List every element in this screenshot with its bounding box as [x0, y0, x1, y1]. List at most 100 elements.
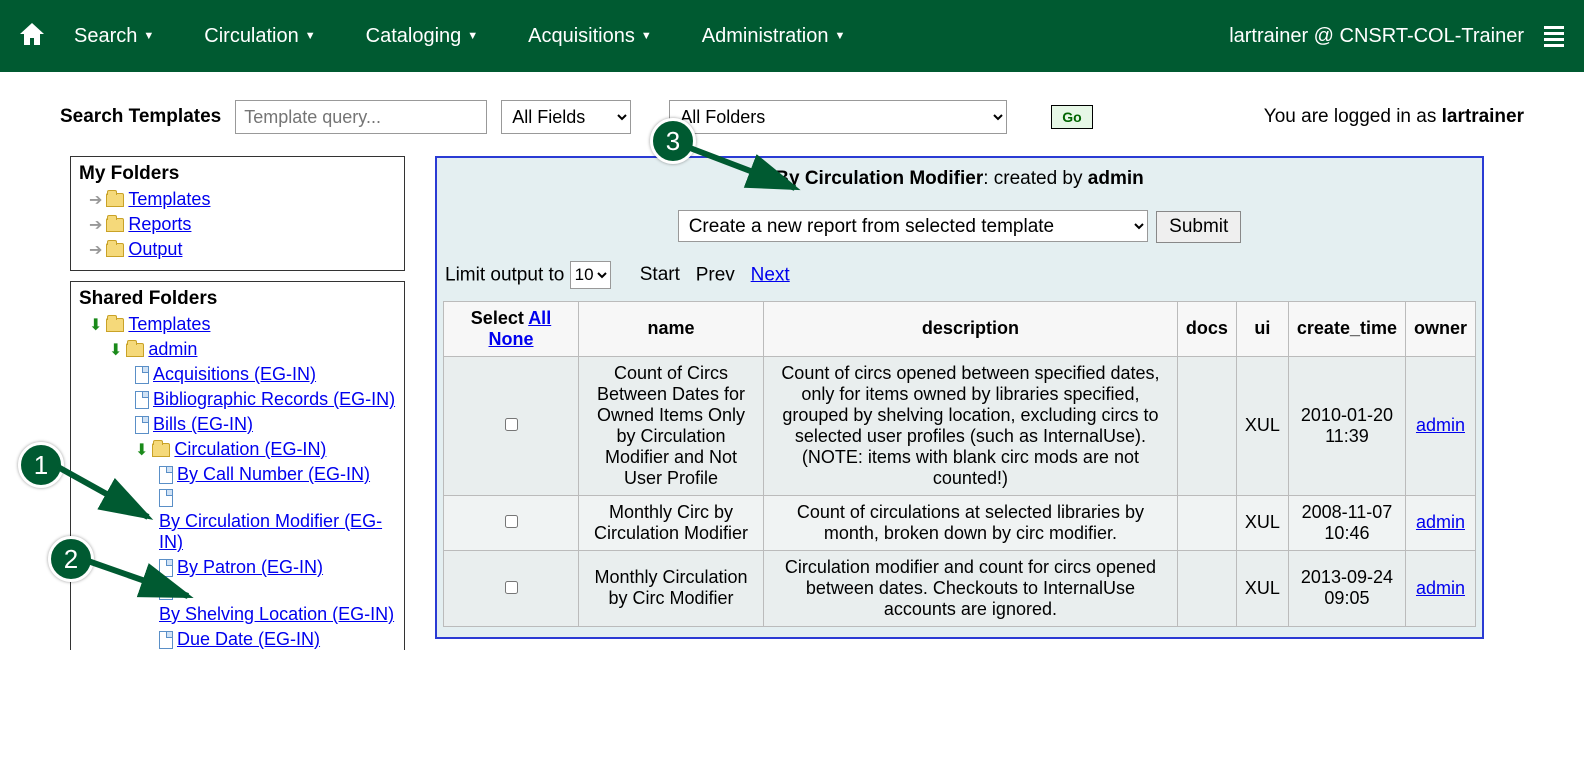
search-fields-select[interactable]: All Fields	[501, 100, 631, 134]
panel-title: Shared Folders	[79, 288, 396, 310]
folder-circulation[interactable]: Circulation (EG-IN)	[174, 439, 326, 460]
folder-acquisitions[interactable]: Acquisitions (EG-IN)	[153, 364, 316, 385]
cell-description: Circulation modifier and count for circs…	[764, 550, 1178, 626]
main-panel: By Circulation Modifier: created by admi…	[435, 156, 1484, 639]
paging-next[interactable]: Next	[751, 264, 790, 285]
action-row: Create a new report from selected templa…	[437, 210, 1482, 255]
cell-create-time: 2010-01-20 11:39	[1288, 356, 1405, 495]
file-icon	[135, 416, 149, 434]
table-row: Monthly Circulation by Circ Modifier Cir…	[444, 550, 1476, 626]
paging-start: Start	[640, 264, 680, 285]
menu-label: Cataloging	[366, 25, 462, 48]
row-checkbox[interactable]	[505, 515, 518, 528]
limit-select[interactable]: 10	[570, 261, 611, 289]
folder-output[interactable]: Output	[128, 239, 182, 260]
menu-acquisitions[interactable]: Acquisitions ▼	[528, 25, 652, 48]
menu-label: Circulation	[204, 25, 298, 48]
col-docs: docs	[1177, 301, 1236, 356]
cell-ui: XUL	[1236, 356, 1288, 495]
cell-description: Count of circulations at selected librar…	[764, 495, 1178, 550]
file-icon	[159, 631, 173, 649]
collapse-icon[interactable]: ⬇	[89, 315, 102, 335]
folder-templates[interactable]: Templates	[128, 189, 210, 210]
home-icon[interactable]	[20, 21, 44, 52]
folder-by-call-number[interactable]: By Call Number (EG-IN)	[177, 464, 370, 485]
template-query-input[interactable]	[235, 100, 487, 134]
folder-icon	[106, 193, 124, 207]
expand-icon[interactable]: ➔	[89, 240, 102, 260]
menu-administration[interactable]: Administration▼	[702, 25, 846, 48]
owner-link[interactable]: admin	[1416, 578, 1465, 598]
creator-name: admin	[1088, 168, 1144, 189]
file-icon	[135, 391, 149, 409]
annotation-1: 1	[18, 442, 64, 488]
menu-cataloging[interactable]: Cataloging ▼	[366, 25, 479, 48]
expand-icon[interactable]: ➔	[89, 190, 102, 210]
table-row: Count of Circs Between Dates for Owned I…	[444, 356, 1476, 495]
cell-name: Count of Circs Between Dates for Owned I…	[579, 356, 764, 495]
select-all-link[interactable]: All	[528, 308, 551, 328]
folder-header: By Circulation Modifier: created by admi…	[437, 158, 1482, 210]
paging-prev: Prev	[696, 264, 735, 285]
col-select-label: Select	[471, 308, 524, 328]
folder-shared-templates[interactable]: Templates	[128, 314, 210, 335]
col-description: description	[764, 301, 1178, 356]
col-name: name	[579, 301, 764, 356]
submit-button[interactable]: Submit	[1156, 211, 1241, 243]
logged-in-user: lartrainer	[1442, 106, 1524, 127]
hamburger-icon[interactable]	[1544, 26, 1564, 47]
owner-link[interactable]: admin	[1416, 415, 1465, 435]
caret-down-icon: ▼	[143, 30, 154, 42]
folder-icon	[152, 443, 170, 457]
main-menu: Search▼ Circulation ▼ Cataloging ▼ Acquisi…	[74, 25, 1229, 48]
menu-label: Acquisitions	[528, 25, 635, 48]
folder-icon	[106, 218, 124, 232]
cell-create-time: 2013-09-24 09:05	[1288, 550, 1405, 626]
menu-search[interactable]: Search▼	[74, 25, 154, 48]
panel-title: My Folders	[79, 163, 396, 185]
annotation-arrow-icon	[88, 556, 208, 626]
go-button[interactable]: Go	[1051, 105, 1092, 129]
caret-down-icon: ▼	[305, 30, 316, 42]
folder-due-date[interactable]: Due Date (EG-IN)	[177, 629, 320, 650]
caret-down-icon: ▼	[641, 30, 652, 42]
cell-docs	[1177, 550, 1236, 626]
cell-ui: XUL	[1236, 495, 1288, 550]
col-ui: ui	[1236, 301, 1288, 356]
created-by-sep: : created by	[983, 168, 1088, 189]
logged-in-prefix: You are logged in as	[1264, 106, 1442, 127]
folder-bibliographic[interactable]: Bibliographic Records (EG-IN)	[153, 389, 395, 410]
cell-name: Monthly Circulation by Circ Modifier	[579, 550, 764, 626]
folder-reports[interactable]: Reports	[128, 214, 191, 235]
menu-circulation[interactable]: Circulation ▼	[204, 25, 315, 48]
annotation-number: 3	[666, 126, 680, 157]
menu-label: Administration	[702, 25, 829, 48]
annotation-arrow-icon	[58, 462, 168, 542]
annotation-number: 2	[64, 544, 78, 575]
caret-down-icon: ▼	[467, 30, 478, 42]
annotation-2: 2	[48, 536, 94, 582]
file-icon	[135, 366, 149, 384]
folder-bills[interactable]: Bills (EG-IN)	[153, 414, 253, 435]
user-indicator[interactable]: lartrainer @ CNSRT-COL-Trainer	[1229, 25, 1524, 48]
expand-icon[interactable]: ➔	[89, 215, 102, 235]
search-folders-select[interactable]: All Folders	[669, 100, 1007, 134]
select-none-link[interactable]: None	[489, 329, 534, 349]
cell-name: Monthly Circ by Circulation Modifier	[579, 495, 764, 550]
folder-by-circ-modifier[interactable]: By Circulation Modifier (EG-IN)	[159, 511, 396, 553]
cell-description: Count of circs opened between specified …	[764, 356, 1178, 495]
limit-label: Limit output to	[445, 264, 570, 285]
search-templates-label: Search Templates	[60, 106, 221, 128]
annotation-3: 3	[650, 118, 696, 164]
row-checkbox[interactable]	[505, 418, 518, 431]
row-checkbox[interactable]	[505, 581, 518, 594]
folder-admin[interactable]: admin	[148, 339, 197, 360]
cell-docs	[1177, 356, 1236, 495]
my-folders-panel: My Folders ➔ Templates ➔ Reports ➔ Outpu…	[70, 156, 405, 271]
table-header-row: Select All None name description docs ui…	[444, 301, 1476, 356]
cell-ui: XUL	[1236, 550, 1288, 626]
annotation-arrow-icon	[690, 143, 820, 223]
collapse-icon[interactable]: ⬇	[135, 440, 148, 460]
owner-link[interactable]: admin	[1416, 512, 1465, 532]
collapse-icon[interactable]: ⬇	[109, 340, 122, 360]
